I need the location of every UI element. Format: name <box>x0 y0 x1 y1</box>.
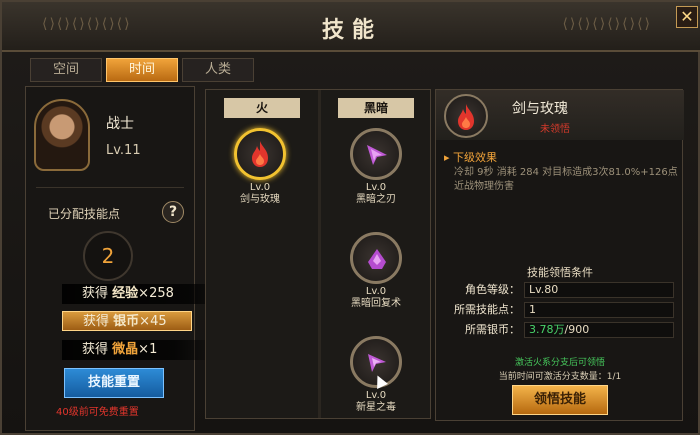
next-level-effect-label: 下级效果 <box>444 149 497 165</box>
skill-name: 剑与玫瑰 <box>240 194 280 205</box>
silver-required: /900 <box>564 323 590 336</box>
reward-amount: ×258 <box>138 286 174 301</box>
dark-blade-icon <box>367 145 387 165</box>
condition-value: 1 <box>524 302 674 318</box>
silver-owned: 3.78万 <box>529 323 565 336</box>
reward-amount: ×45 <box>139 314 167 329</box>
help-icon[interactable]: ? <box>162 201 184 223</box>
skill-level: Lv.0 <box>249 182 271 193</box>
skill-node-dark-heal[interactable]: Lv.0 黑暗回复术 <box>331 232 421 310</box>
condition-row: 所需银币： 3.78万/900 <box>440 321 680 339</box>
skill-icon-frame[interactable] <box>234 128 286 180</box>
divider <box>36 187 184 188</box>
reward-amount: ×1 <box>138 342 158 357</box>
skill-name: 黑暗回复术 <box>351 298 401 309</box>
allocated-points-label: 已分配技能点 <box>48 207 121 221</box>
condition-row: 所需技能点： 1 <box>440 301 680 319</box>
tab-time[interactable]: 时间 <box>106 58 178 82</box>
conditions-title: 技能领悟条件 <box>527 266 593 279</box>
skill-detail-panel: 剑与玫瑰 未领悟 下级效果 冷却 9秒 消耗 284 对目标造成3次81.0%+… <box>435 89 684 421</box>
column-header-fire: 火 <box>224 98 300 118</box>
learn-skill-button[interactable]: 领悟技能 <box>512 385 608 415</box>
skill-tree: 火 黑暗 Lv.0 剑与玫瑰 Lv.0 黑暗之刃 Lv.0 黑暗回复术 Lv.0… <box>205 89 431 419</box>
reward-prefix: 获得 <box>82 286 109 301</box>
skill-level: Lv.0 <box>365 286 387 297</box>
skill-window: ⟨⟩⟨⟩⟨⟩⟨⟩⟨⟩⟨⟩ ⟨⟩⟨⟩⟨⟩⟨⟩⟨⟩⟨⟩ 技能 ✕ 空间 时间 人类 … <box>0 0 700 435</box>
condition-row: 角色等级： Lv.80 <box>440 281 680 299</box>
window-title: 技能 <box>321 18 382 43</box>
reward-item: 微晶 <box>112 342 139 357</box>
condition-value: Lv.80 <box>524 282 674 298</box>
tab-human[interactable]: 人类 <box>182 58 254 82</box>
branch-count-tip: 当前时间可激活分支数量：1/1 <box>498 372 622 382</box>
character-name: 战士 <box>106 116 134 132</box>
character-level: Lv.11 <box>106 143 141 158</box>
close-button[interactable]: ✕ <box>676 6 698 28</box>
fire-icon <box>252 141 268 167</box>
reward-prefix: 获得 <box>83 314 110 329</box>
condition-key: 所需技能点： <box>454 303 520 316</box>
reward-toast: 获得 微晶×1 <box>62 340 222 360</box>
tab-space[interactable]: 空间 <box>30 58 102 82</box>
fire-icon <box>458 104 474 130</box>
reward-item: 银币 <box>113 314 140 329</box>
skill-level: Lv.0 <box>365 182 387 193</box>
activate-tip: 激活火系分支后可领悟 <box>514 358 605 368</box>
reward-prefix: 获得 <box>82 342 109 357</box>
column-header-dark: 黑暗 <box>338 98 414 118</box>
skill-name: 黑暗之刃 <box>356 194 396 205</box>
allocated-points-value: 2 <box>83 231 133 281</box>
condition-value: 3.78万/900 <box>524 322 674 338</box>
column-divider <box>318 90 321 418</box>
reset-note: 40级前可免费重置 <box>56 407 139 418</box>
dark-heal-icon <box>368 249 386 269</box>
selected-skill-icon-frame <box>444 94 488 138</box>
nova-poison-icon <box>368 354 386 372</box>
title-bar: ⟨⟩⟨⟩⟨⟩⟨⟩⟨⟩⟨⟩ ⟨⟩⟨⟩⟨⟩⟨⟩⟨⟩⟨⟩ 技能 ✕ <box>2 2 700 52</box>
condition-key: 所需银币： <box>465 323 520 336</box>
skill-level: Lv.0 <box>365 390 387 401</box>
skill-icon-frame[interactable] <box>350 128 402 180</box>
reset-skills-button[interactable]: 技能重置 <box>64 368 164 398</box>
character-portrait <box>34 99 90 171</box>
skill-icon-frame[interactable] <box>350 232 402 284</box>
skill-detail-header: 剑与玫瑰 未领悟 <box>436 90 684 140</box>
skill-node-dark-blade[interactable]: Lv.0 黑暗之刃 <box>331 128 421 206</box>
skill-node-sword-rose[interactable]: Lv.0 剑与玫瑰 <box>215 128 305 206</box>
skill-name: 新星之毒 <box>356 402 396 413</box>
condition-key: 角色等级： <box>465 283 520 296</box>
reward-toast: 获得 银币×45 <box>62 311 192 331</box>
reward-item: 经验 <box>112 286 139 301</box>
selected-skill-name: 剑与玫瑰 <box>512 101 568 117</box>
character-panel: 战士 Lv.11 已分配技能点 ? 2 技能重置 40级前可免费重置 <box>25 86 195 431</box>
selected-skill-status: 未领悟 <box>540 124 570 135</box>
skill-description: 冷却 9秒 消耗 284 对目标造成3次81.0%+126点近战物理伤害 <box>454 167 678 192</box>
